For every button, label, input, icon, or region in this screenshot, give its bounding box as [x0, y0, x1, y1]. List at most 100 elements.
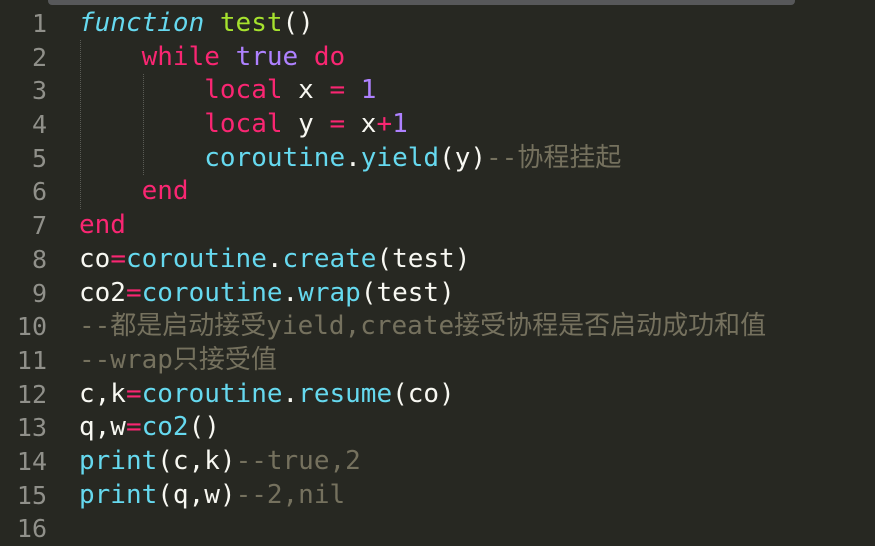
- code-token: test: [219, 8, 283, 38]
- line-number: 10: [16, 312, 47, 342]
- code-line[interactable]: 4 local y = x+1: [0, 108, 875, 142]
- code-token: true: [235, 41, 299, 72]
- line-number: 7: [31, 211, 47, 241]
- code-token: wrap: [298, 277, 361, 308]
- code-token: =: [125, 412, 142, 443]
- code-line[interactable]: 15 print(q,w)--2,nil: [0, 479, 875, 513]
- code-token: (): [188, 412, 220, 443]
- code-token: resume: [298, 378, 393, 409]
- code-token: coroutine: [141, 277, 283, 308]
- code-token: =: [125, 378, 142, 409]
- line-code: coroutine.yield(y)--协程挂起: [79, 142, 621, 176]
- line-code: local y = x+1: [79, 108, 408, 142]
- code-token: (co): [392, 378, 455, 409]
- code-token: =: [329, 75, 346, 106]
- code-token: --协程挂起: [486, 142, 622, 173]
- code-line[interactable]: 14 print(c,k)--true,2: [0, 445, 875, 479]
- code-token: print: [79, 445, 158, 476]
- line-number: 15: [16, 480, 47, 510]
- code-token: .: [282, 378, 299, 409]
- code-token: --都是启动接受yield,create接受协程是否启动成功和值: [79, 311, 767, 342]
- code-token: x: [282, 75, 330, 106]
- line-code: q,w=co2(): [79, 411, 220, 445]
- code-line[interactable]: 13 q,w=co2(): [0, 411, 875, 445]
- code-line[interactable]: 8 co=coroutine.create(test): [0, 243, 875, 277]
- line-code: end: [79, 209, 126, 243]
- line-number: 12: [16, 379, 47, 409]
- code-line[interactable]: 7 end: [0, 209, 875, 243]
- line-number: 14: [16, 446, 47, 476]
- line-number: 11: [16, 345, 47, 375]
- line-code: local x = 1: [79, 74, 376, 108]
- line-number: 3: [31, 76, 47, 106]
- code-token: (c,k): [157, 445, 236, 476]
- code-token: --wrap只接受值: [79, 344, 277, 375]
- code-token: --true,2: [235, 445, 361, 476]
- code-token: =: [110, 243, 126, 274]
- code-token: (test): [376, 243, 471, 274]
- code-token: end: [141, 176, 189, 207]
- code-token: create: [282, 243, 377, 274]
- code-editor[interactable]: 1 function test() 2 while true do 3 local x…: [0, 7, 875, 546]
- code-token: coroutine: [204, 142, 346, 173]
- indent-guide: [143, 74, 144, 175]
- code-line[interactable]: 1 function test(): [0, 7, 875, 41]
- line-code: --都是启动接受yield,create接受协程是否启动成功和值: [79, 310, 766, 344]
- code-token: .: [345, 142, 361, 173]
- code-token: .: [266, 243, 283, 274]
- line-code: end: [79, 175, 189, 209]
- code-token: coroutine: [141, 378, 283, 409]
- code-line[interactable]: 9 co2=coroutine.wrap(test): [0, 277, 875, 311]
- code-line[interactable]: 5 coroutine.yield(y)--协程挂起: [0, 142, 875, 176]
- indent-guide: [80, 40, 81, 209]
- code-token: (test): [360, 277, 455, 308]
- code-token: co2: [141, 412, 189, 443]
- line-number: 13: [16, 413, 47, 443]
- code-line[interactable]: 10 --都是启动接受yield,create接受协程是否启动成功和值: [0, 310, 875, 344]
- line-code: c,k=coroutine.resume(co): [79, 378, 455, 412]
- code-token: (): [282, 8, 314, 38]
- code-token: y: [282, 109, 330, 140]
- code-token: end: [79, 210, 126, 241]
- code-token: .: [282, 277, 299, 308]
- code-line[interactable]: 3 local x = 1: [0, 74, 875, 108]
- code-token: =: [125, 277, 142, 308]
- line-number: 6: [31, 177, 47, 207]
- line-number: 1: [31, 9, 47, 38]
- code-line[interactable]: 2 while true do: [0, 41, 875, 75]
- code-line[interactable]: 11 --wrap只接受值: [0, 344, 875, 378]
- code-token: local: [204, 75, 283, 106]
- code-token: print: [79, 479, 158, 510]
- tab-bar: [48, 0, 795, 5]
- code-token: x: [345, 109, 377, 140]
- code-token: q,w: [79, 412, 126, 443]
- code-token: while: [141, 41, 220, 72]
- line-number: 8: [31, 244, 47, 274]
- line-number: 4: [31, 110, 47, 140]
- line-code: function test(): [79, 7, 314, 41]
- code-line[interactable]: 16: [0, 512, 875, 546]
- code-token: coroutine: [125, 243, 267, 274]
- line-code: --wrap只接受值: [79, 344, 277, 378]
- code-line[interactable]: 12 c,k=coroutine.resume(co): [0, 378, 875, 412]
- code-token: function: [79, 8, 205, 38]
- line-code: print(q,w)--2,nil: [79, 479, 345, 513]
- code-line[interactable]: 6 end: [0, 175, 875, 209]
- line-number: 5: [31, 143, 47, 173]
- code-token: (y): [439, 142, 487, 173]
- code-token: (q,w): [157, 479, 236, 510]
- code-token: co: [79, 243, 111, 274]
- code-token: local: [204, 109, 283, 140]
- code-token: do: [313, 41, 346, 72]
- code-token: co2: [79, 277, 126, 308]
- line-code: co=coroutine.create(test): [79, 243, 470, 277]
- line-code: while true do: [79, 41, 346, 75]
